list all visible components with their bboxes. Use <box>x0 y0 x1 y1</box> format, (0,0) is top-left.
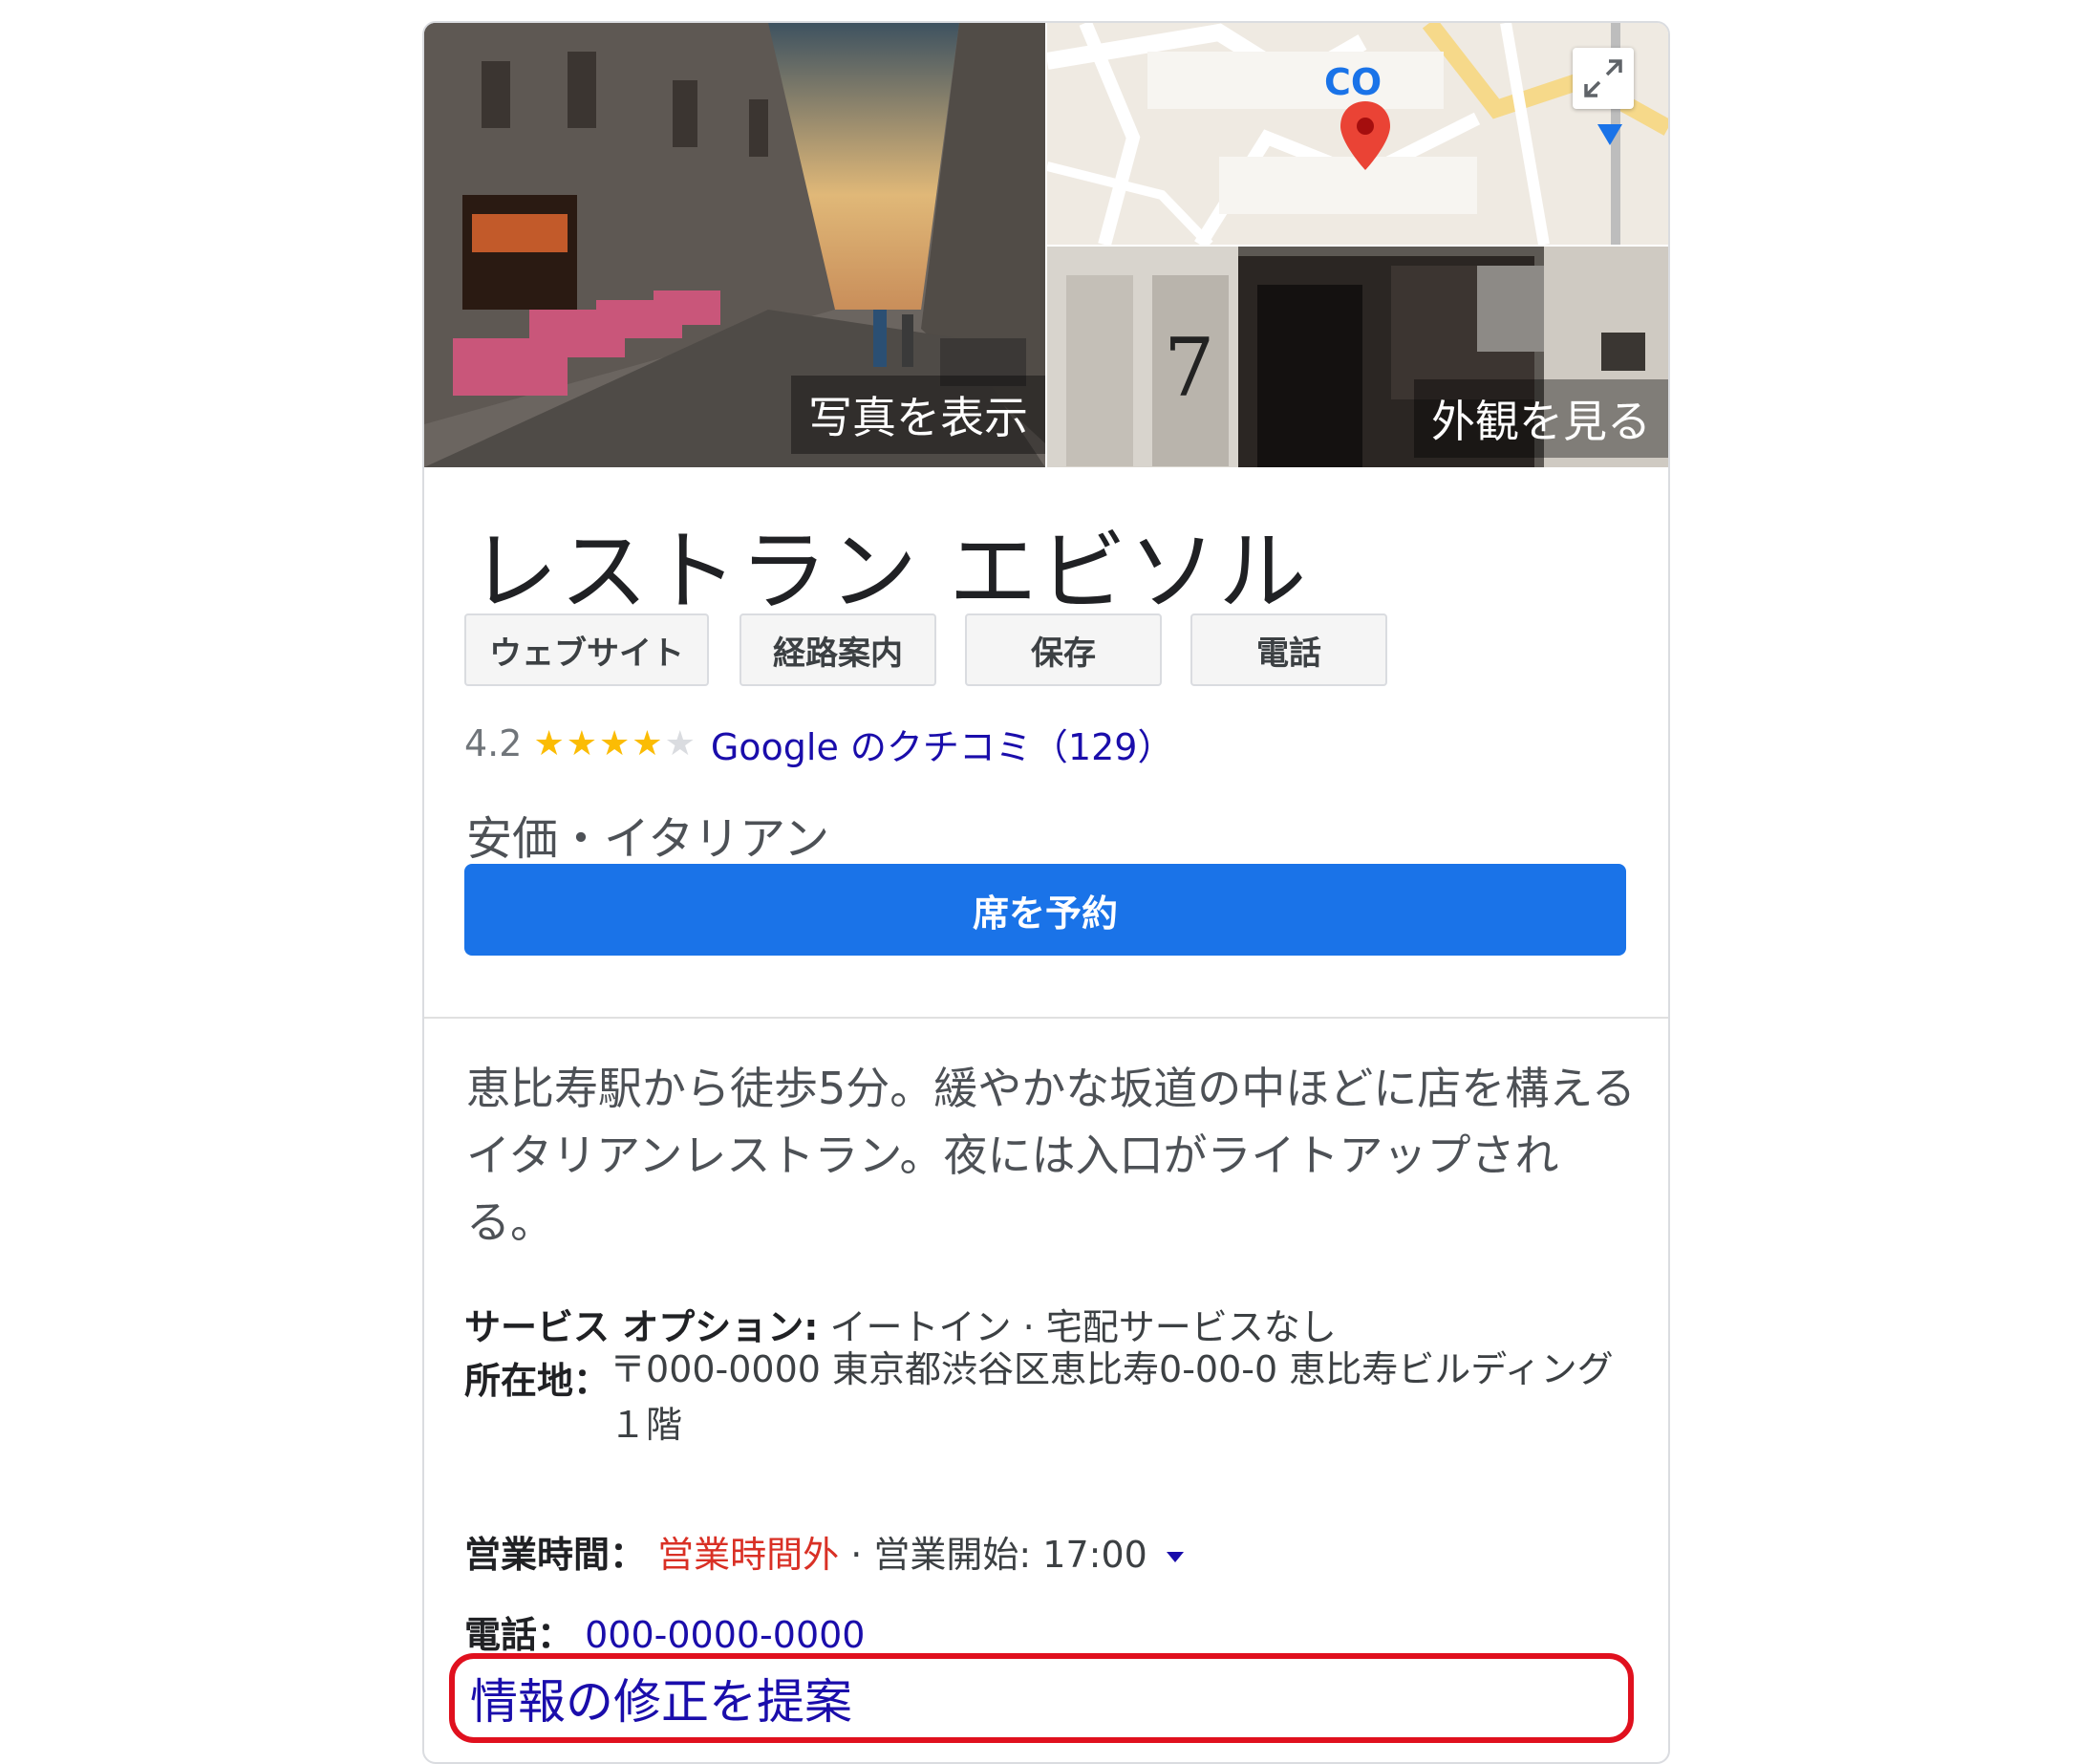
website-button[interactable]: ウェブサイト <box>464 613 709 686</box>
chevron-down-icon[interactable] <box>1166 1552 1184 1562</box>
map-marker-blue-icon <box>1597 124 1622 145</box>
hours-status: 営業時間外 <box>657 1534 840 1576</box>
hours-open-time: 営業開始: 17:00 <box>873 1534 1147 1576</box>
star-icon: ★ <box>566 723 597 764</box>
expand-icon <box>1584 59 1622 97</box>
reviews-link[interactable]: Google のクチコミ（129） <box>711 718 1174 770</box>
phone-number-link[interactable]: 000-0000-0000 <box>585 1614 865 1656</box>
star-icon: ★ <box>533 723 565 764</box>
star-icon: ★ <box>599 723 631 764</box>
phone-label: 電話： <box>464 1614 574 1656</box>
hours-label: 営業時間： <box>464 1534 647 1576</box>
map-label: CO <box>1324 61 1382 103</box>
place-description: 恵比寿駅から徒歩5分。緩やかな坂道の中ほどに店を構えるイタリアンレストラン。夜に… <box>466 1063 1636 1248</box>
map-thumbnail[interactable]: CO <box>1047 23 1668 245</box>
expand-map-button[interactable] <box>1573 48 1634 109</box>
knowledge-panel: 写真を表示 CO 7 外観を見る レストラン エビソル ウェブサイト 経路案内 … <box>422 21 1670 1764</box>
directions-button[interactable]: 経路案内 <box>739 613 936 686</box>
photo-header: 写真を表示 CO 7 外観を見る <box>424 23 1668 467</box>
star-icon: ★ <box>632 723 663 764</box>
place-title: レストラン エビソル <box>470 521 1309 623</box>
view-photos-label[interactable]: 写真を表示 <box>791 376 1045 454</box>
suggest-edit-link[interactable]: 情報の修正を提案 <box>449 1653 1634 1743</box>
street-photo[interactable]: 写真を表示 <box>424 23 1045 467</box>
hours-separator: · <box>850 1534 863 1576</box>
location-pin-icon <box>1340 101 1390 170</box>
rating-row: 4.2 ★ ★ ★ ★ ★ Google のクチコミ（129） <box>464 717 1173 770</box>
storefront-number: 7 <box>1164 321 1215 415</box>
address-label: 所在地： <box>464 1360 611 1402</box>
star-empty-icon: ★ <box>664 723 696 764</box>
reserve-button[interactable]: 席を予約 <box>464 864 1626 956</box>
place-category: 安価・イタリアン <box>466 812 830 866</box>
address-row: 所在地： 〒000-0000 東京都渋谷区恵比寿0-00-0 恵比寿ビルディング… <box>464 1348 1622 1452</box>
divider <box>424 1017 1668 1019</box>
rating-value: 4.2 <box>464 722 523 764</box>
address-value: 〒000-0000 東京都渋谷区恵比寿0-00-0 恵比寿ビルディング１階 <box>610 1348 1614 1446</box>
call-button[interactable]: 電話 <box>1190 613 1387 686</box>
save-button[interactable]: 保存 <box>965 613 1162 686</box>
phone-row: 電話： 000-0000-0000 <box>464 1605 865 1658</box>
storefront-photo[interactable]: 7 外観を見る <box>1047 247 1668 467</box>
hours-row[interactable]: 営業時間： 営業時間外 · 営業開始: 17:00 <box>464 1525 1184 1578</box>
view-exterior-label[interactable]: 外観を見る <box>1414 379 1668 458</box>
